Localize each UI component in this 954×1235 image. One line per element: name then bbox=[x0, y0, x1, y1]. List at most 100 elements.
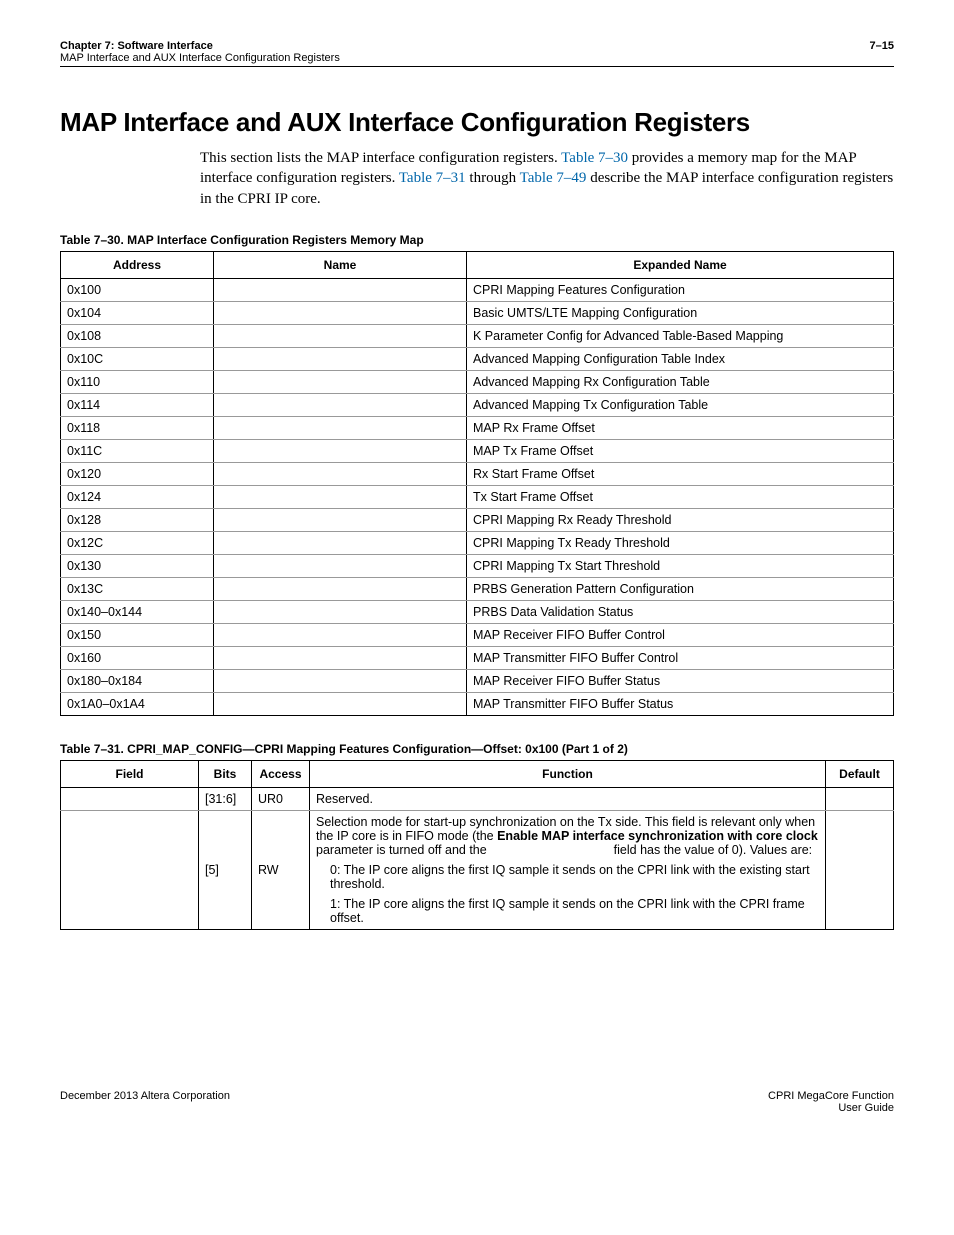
col-header-bits: Bits bbox=[199, 760, 252, 787]
table-row: 0x180–0x184 MAP Receiver FIFO Buffer Stat… bbox=[61, 669, 894, 692]
page-footer: December 2013 Altera Corporation CPRI Me… bbox=[60, 1090, 894, 1114]
table-row: 0x150 MAP Receiver FIFO Buffer Control bbox=[61, 623, 894, 646]
cell-exp: MAP Rx Frame Offset bbox=[467, 416, 894, 439]
footer-left: December 2013 Altera Corporation bbox=[60, 1090, 230, 1114]
cell-addr: 0x180–0x184 bbox=[61, 669, 214, 692]
cell-name bbox=[214, 416, 467, 439]
table-row: 0x160MAP Transmitter FIFO Buffer Control bbox=[61, 646, 894, 669]
table-row: 0x128CPRI Mapping Rx Ready Threshold bbox=[61, 508, 894, 531]
footer-right: CPRI MegaCore Function User Guide bbox=[768, 1090, 894, 1114]
cell-addr: 0x118 bbox=[61, 416, 214, 439]
cell-default bbox=[826, 787, 894, 810]
table-row: 0x100CPRI Mapping Features Configuration bbox=[61, 278, 894, 301]
table-row: 0x11C MAP Tx Frame Offset bbox=[61, 439, 894, 462]
cell-exp: K Parameter Config for Advanced Table-Ba… bbox=[467, 324, 894, 347]
cell-addr: 0x124 bbox=[61, 485, 214, 508]
cell-name bbox=[214, 692, 467, 715]
cell-access: UR0 bbox=[252, 787, 310, 810]
intro-paragraph: This section lists the MAP interface con… bbox=[200, 148, 894, 209]
cell-addr: 0x108 bbox=[61, 324, 214, 347]
cell-name bbox=[214, 485, 467, 508]
intro-text-1: This section lists the MAP interface con… bbox=[200, 150, 561, 166]
section-title: MAP Interface and AUX Interface Configur… bbox=[60, 107, 894, 138]
cell-name bbox=[214, 623, 467, 646]
cell-default bbox=[826, 810, 894, 929]
intro-text-3: through bbox=[466, 170, 520, 186]
cell-name bbox=[214, 646, 467, 669]
func-text: parameter is turned off and the bbox=[316, 843, 490, 857]
cell-addr: 0x140–0x144 bbox=[61, 600, 214, 623]
cell-exp: MAP Tx Frame Offset bbox=[467, 439, 894, 462]
cell-addr: 0x104 bbox=[61, 301, 214, 324]
table-row: 0x130 CPRI Mapping Tx Start Threshold bbox=[61, 554, 894, 577]
table-row: [31:6] UR0 Reserved. bbox=[61, 787, 894, 810]
table-31: Field Bits Access Function Default [31:6… bbox=[60, 760, 894, 930]
link-table-7-30[interactable]: Table 7–30 bbox=[561, 150, 628, 166]
cell-exp: MAP Transmitter FIFO Buffer Status bbox=[467, 692, 894, 715]
cell-exp: CPRI Mapping Features Configuration bbox=[467, 278, 894, 301]
cell-name bbox=[214, 508, 467, 531]
col-header-address: Address bbox=[61, 251, 214, 278]
header-chapter: Chapter 7: Software Interface bbox=[60, 40, 213, 52]
table-30-caption: Table 7–30. MAP Interface Configuration … bbox=[60, 233, 894, 247]
cell-bits: [31:6] bbox=[199, 787, 252, 810]
cell-name bbox=[214, 531, 467, 554]
header-divider bbox=[60, 66, 894, 67]
cell-field bbox=[61, 810, 199, 929]
cell-exp: MAP Receiver FIFO Buffer Control bbox=[467, 623, 894, 646]
cell-exp: PRBS Generation Pattern Configuration bbox=[467, 577, 894, 600]
cell-addr: 0x130 bbox=[61, 554, 214, 577]
cell-addr: 0x150 bbox=[61, 623, 214, 646]
link-table-7-49[interactable]: Table 7–49 bbox=[520, 170, 587, 186]
cell-name bbox=[214, 600, 467, 623]
header-page: 7–15 bbox=[870, 40, 894, 52]
table-row: 0x12CCPRI Mapping Tx Ready Threshold bbox=[61, 531, 894, 554]
table-row: 0x110Advanced Mapping Rx Configuration T… bbox=[61, 370, 894, 393]
table-row: 0x104Basic UMTS/LTE Mapping Configuratio… bbox=[61, 301, 894, 324]
col-header-default: Default bbox=[826, 760, 894, 787]
func-bold: Enable MAP interface synchronization wit… bbox=[497, 829, 818, 843]
col-header-expanded-name: Expanded Name bbox=[467, 251, 894, 278]
footer-right-line2: User Guide bbox=[768, 1102, 894, 1114]
cell-exp: Advanced Mapping Configuration Table Ind… bbox=[467, 347, 894, 370]
cell-addr: 0x12C bbox=[61, 531, 214, 554]
table-row: 0x13CPRBS Generation Pattern Configurati… bbox=[61, 577, 894, 600]
cell-exp: CPRI Mapping Rx Ready Threshold bbox=[467, 508, 894, 531]
cell-exp: Rx Start Frame Offset bbox=[467, 462, 894, 485]
cell-name bbox=[214, 554, 467, 577]
cell-exp: Advanced Mapping Rx Configuration Table bbox=[467, 370, 894, 393]
footer-right-line1: CPRI MegaCore Function bbox=[768, 1090, 894, 1102]
cell-bits: [5] bbox=[199, 810, 252, 929]
cell-exp: CPRI Mapping Tx Start Threshold bbox=[467, 554, 894, 577]
func-text: field has the value of 0). Values are: bbox=[610, 843, 812, 857]
func-value-0: 0: The IP core aligns the first IQ sampl… bbox=[330, 863, 819, 891]
cell-exp: Advanced Mapping Tx Configuration Table bbox=[467, 393, 894, 416]
cell-name bbox=[214, 301, 467, 324]
cell-addr: 0x11C bbox=[61, 439, 214, 462]
cell-function: Selection mode for start-up synchronizat… bbox=[310, 810, 826, 929]
cell-name bbox=[214, 439, 467, 462]
cell-addr: 0x114 bbox=[61, 393, 214, 416]
cell-exp: MAP Receiver FIFO Buffer Status bbox=[467, 669, 894, 692]
cell-name bbox=[214, 462, 467, 485]
table-row: 0x120Rx Start Frame Offset bbox=[61, 462, 894, 485]
cell-exp: PRBS Data Validation Status bbox=[467, 600, 894, 623]
col-header-function: Function bbox=[310, 760, 826, 787]
cell-name bbox=[214, 370, 467, 393]
cell-name bbox=[214, 278, 467, 301]
col-header-field: Field bbox=[61, 760, 199, 787]
table-row: 0x114 Advanced Mapping Tx Configuration T… bbox=[61, 393, 894, 416]
cell-addr: 0x1A0–0x1A4 bbox=[61, 692, 214, 715]
link-table-7-31[interactable]: Table 7–31 bbox=[399, 170, 466, 186]
func-value-1: 1: The IP core aligns the first IQ sampl… bbox=[330, 897, 819, 925]
table-30: Address Name Expanded Name 0x100CPRI Map… bbox=[60, 251, 894, 716]
table-row: 0x10CAdvanced Mapping Configuration Tabl… bbox=[61, 347, 894, 370]
cell-name bbox=[214, 669, 467, 692]
table-row: 0x140–0x144 PRBS Data Validation Status bbox=[61, 600, 894, 623]
table-row: 0x108 K Parameter Config for Advanced Tab… bbox=[61, 324, 894, 347]
col-header-name: Name bbox=[214, 251, 467, 278]
table-row: 0x124Tx Start Frame Offset bbox=[61, 485, 894, 508]
cell-name bbox=[214, 393, 467, 416]
cell-addr: 0x160 bbox=[61, 646, 214, 669]
table-row: 0x118 MAP Rx Frame Offset bbox=[61, 416, 894, 439]
